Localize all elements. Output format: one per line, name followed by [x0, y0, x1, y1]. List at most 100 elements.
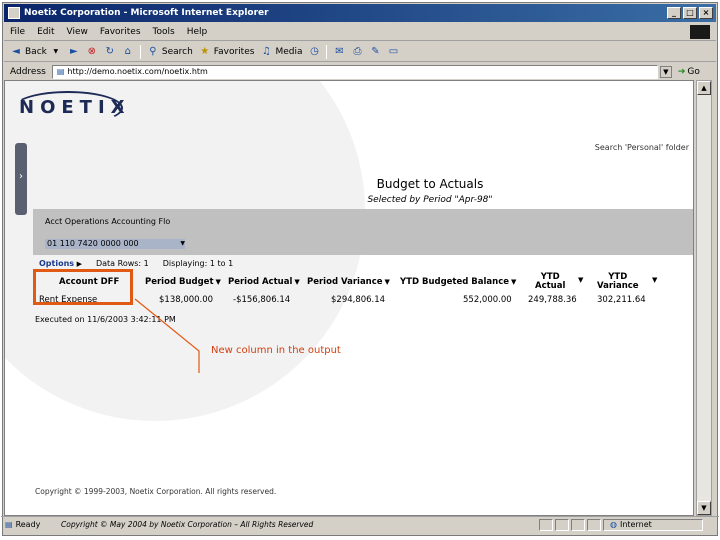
- globe-icon: ◍: [610, 520, 617, 529]
- cell-period-variance: $294,806.14: [331, 295, 386, 305]
- status-ready-label: Ready: [15, 520, 41, 529]
- scroll-down-icon[interactable]: ▼: [697, 501, 711, 515]
- cell-ytd-budgeted-balance: 552,000.00: [463, 295, 512, 305]
- param-select[interactable]: 01 110 7420 0000 000 ▼: [45, 239, 185, 249]
- menu-edit[interactable]: Edit: [37, 27, 54, 37]
- status-cell: [555, 518, 569, 531]
- cell-period-actual: -$156,806.14: [233, 295, 291, 305]
- menu-view[interactable]: View: [67, 27, 88, 37]
- parameter-band: Acct Operations Accounting Flo 01 110 74…: [33, 209, 693, 255]
- page-icon: ▤: [56, 67, 65, 76]
- favorites-icon: ★: [200, 45, 210, 57]
- mail-icon[interactable]: ✉: [333, 46, 345, 58]
- column-period-actual[interactable]: Period Actual ▼: [228, 277, 300, 287]
- favorites-label: Favorites: [213, 46, 255, 57]
- scroll-up-icon[interactable]: ▲: [697, 81, 711, 95]
- column-ytd-actual[interactable]: YTD Actual: [535, 273, 565, 291]
- address-bar: Address ▤ http://demo.noetix.com/noetix.…: [4, 63, 716, 81]
- column-period-budget[interactable]: Period Budget ▼: [145, 277, 221, 287]
- back-button[interactable]: ◄ Back ▼: [10, 46, 62, 58]
- status-copyright: Copyright © May 2004 by Noetix Corporati…: [61, 520, 314, 529]
- search-icon: ⚲: [149, 45, 157, 57]
- column-ytd-variance[interactable]: YTD Variance: [597, 273, 639, 291]
- close-button[interactable]: ×: [699, 7, 713, 19]
- column-period-variance[interactable]: Period Variance ▼: [307, 277, 390, 287]
- toolbar-separator: [139, 44, 141, 59]
- highlight-box: [33, 269, 133, 305]
- menu-bar: File Edit View Favorites Tools Help: [4, 23, 716, 41]
- media-label: Media: [275, 46, 303, 57]
- sort-icon: ▼: [215, 278, 221, 286]
- search-label: Search: [161, 46, 193, 57]
- vertical-scrollbar[interactable]: ▲ ▼: [696, 80, 712, 516]
- toolbar-separator: [326, 44, 328, 59]
- param-value: 01 110 7420 0000 000: [47, 239, 139, 248]
- column-label: Period Actual: [228, 277, 293, 287]
- sort-icon[interactable]: ▼: [576, 275, 583, 285]
- column-label: YTD Budgeted Balance: [400, 277, 510, 287]
- ie-icon: [8, 7, 20, 19]
- status-cell: [587, 518, 601, 531]
- column-label: Period Budget: [145, 277, 214, 287]
- status-ready: ▤ Ready: [1, 520, 53, 529]
- chevron-down-icon: ▼: [180, 240, 185, 247]
- column-ytd-budgeted-balance[interactable]: YTD Budgeted Balance ▼: [400, 277, 516, 287]
- cell-ytd-variance: 302,211.64: [597, 295, 646, 305]
- refresh-icon[interactable]: ↻: [104, 46, 116, 58]
- go-arrow-icon: ➔: [677, 67, 686, 77]
- address-dropdown[interactable]: ▼: [659, 66, 672, 78]
- resize-grip-icon[interactable]: [705, 519, 719, 531]
- home-icon[interactable]: ⌂: [122, 46, 134, 58]
- status-zone-label: Internet: [619, 520, 652, 529]
- page-copyright: Copyright © 1999-2003, Noetix Corporatio…: [35, 487, 277, 496]
- noetix-logo: NOETIX: [19, 97, 131, 118]
- status-zone: ◍ Internet: [603, 518, 703, 531]
- address-input[interactable]: ▤ http://demo.noetix.com/noetix.htm: [51, 65, 658, 79]
- options-link: Options: [39, 259, 75, 268]
- history-icon[interactable]: ◷: [308, 46, 320, 58]
- edit-icon[interactable]: ✎: [369, 46, 381, 58]
- go-button[interactable]: ➔ Go: [678, 67, 700, 77]
- sort-icon[interactable]: ▼: [650, 275, 657, 285]
- search-button[interactable]: ⚲ Search: [147, 46, 193, 58]
- displaying-range: Displaying: 1 to 1: [162, 259, 234, 268]
- data-rows-count: Data Rows: 1: [95, 259, 149, 268]
- menu-file[interactable]: File: [10, 27, 25, 37]
- favorites-button[interactable]: ★ Favorites: [199, 45, 255, 58]
- page-done-icon: ▤: [5, 520, 13, 529]
- window-title: Noetix Corporation - Microsoft Internet …: [24, 8, 269, 18]
- menu-tools[interactable]: Tools: [153, 27, 175, 37]
- chevron-down-icon: ▼: [53, 47, 59, 55]
- minimize-button[interactable]: _: [667, 7, 681, 19]
- windows-logo-icon: [690, 25, 710, 39]
- column-label-line2: Variance: [597, 281, 639, 291]
- back-arrow-icon: ◄: [12, 45, 20, 57]
- maximize-button[interactable]: □: [683, 7, 697, 19]
- status-cell: [571, 518, 585, 531]
- address-url: http://demo.noetix.com/noetix.htm: [67, 67, 208, 76]
- go-label: Go: [687, 67, 700, 77]
- address-label: Address: [10, 67, 46, 77]
- back-label: Back: [25, 46, 47, 57]
- search-folder-link[interactable]: Search 'Personal' folder: [595, 143, 689, 152]
- print-icon[interactable]: ⎙: [351, 46, 363, 58]
- forward-button[interactable]: ►: [68, 46, 80, 58]
- media-button[interactable]: ♫ Media: [260, 45, 303, 58]
- callout-annotation: New column in the output: [211, 345, 341, 356]
- discuss-icon[interactable]: ▭: [387, 46, 399, 58]
- window-controls: _ □ ×: [667, 7, 716, 19]
- sort-icon: ▼: [384, 278, 390, 286]
- executed-timestamp: Executed on 11/6/2003 3:42:11 PM: [35, 315, 176, 324]
- table-row: Rent Expense $138,000.00 -$156,806.14 $2…: [39, 295, 689, 307]
- sort-icon: ▼: [511, 278, 517, 286]
- stop-icon[interactable]: ⊗: [86, 46, 98, 58]
- forward-arrow-icon: ►: [70, 45, 78, 57]
- toolbar: ◄ Back ▼ ► ⊗ ↻ ⌂ ⚲ Search ★ Favorites ♫ …: [4, 42, 716, 62]
- menu-favorites[interactable]: Favorites: [100, 27, 141, 37]
- menu-help[interactable]: Help: [187, 27, 208, 37]
- options-menu[interactable]: Options ▶: [39, 259, 82, 268]
- status-cell: [539, 518, 553, 531]
- column-label: Period Variance: [307, 277, 383, 287]
- cell-period-budget: $138,000.00: [159, 295, 214, 305]
- media-icon: ♫: [261, 45, 271, 57]
